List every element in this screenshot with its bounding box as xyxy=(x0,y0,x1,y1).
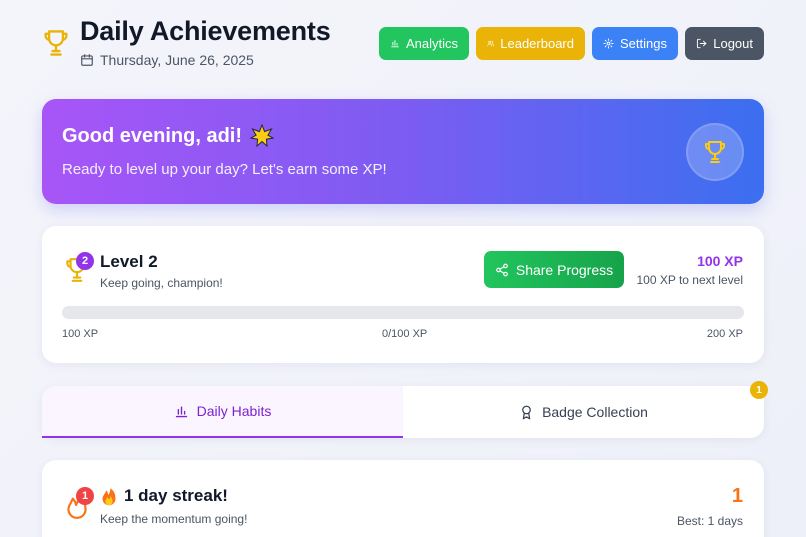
level-subtitle: Keep going, champion! xyxy=(100,276,223,290)
trophy-icon xyxy=(44,30,68,56)
greeting-heading: Good evening, adi! xyxy=(62,124,275,148)
calendar-icon xyxy=(81,54,93,66)
streak-title: 1 day streak! xyxy=(124,486,228,505)
streak-heading: 1 day streak! xyxy=(100,486,228,506)
flame-icon xyxy=(102,488,116,506)
date-row: Thursday, June 26, 2025 xyxy=(80,52,254,68)
analytics-label: Analytics xyxy=(405,36,458,51)
streak-badge: 1 xyxy=(76,487,94,505)
streak-count: 1 xyxy=(731,485,743,507)
badge-count-badge: 1 xyxy=(750,381,768,399)
greeting-text: Good evening, adi! xyxy=(62,124,243,147)
logout-button[interactable]: Logout xyxy=(685,27,764,60)
xp-progress-bar xyxy=(62,306,744,319)
analytics-button[interactable]: Analytics xyxy=(379,27,469,60)
progress-max-label: 200 XP xyxy=(706,328,743,340)
tab-daily-habits-label: Daily Habits xyxy=(196,403,272,419)
streak-subtitle: Keep the momentum going! xyxy=(100,512,248,526)
xp-total: 100 XP xyxy=(697,253,743,269)
share-icon xyxy=(496,263,508,276)
tab-daily-habits[interactable]: Daily Habits xyxy=(42,386,403,438)
settings-label: Settings xyxy=(620,36,667,51)
share-label: Share Progress xyxy=(515,261,614,278)
tab-badge-collection-label: Badge Collection xyxy=(542,404,648,420)
medal-icon xyxy=(522,405,531,419)
level-card xyxy=(42,226,764,363)
gear-icon xyxy=(603,38,614,49)
settings-button[interactable]: Settings xyxy=(592,27,678,60)
share-progress-button[interactable]: Share Progress xyxy=(484,251,624,288)
sparkle-icon xyxy=(250,124,275,148)
bar-chart-icon xyxy=(391,40,399,48)
level-title: Level 2 xyxy=(100,252,158,271)
tab-badge-collection[interactable]: Badge Collection xyxy=(403,386,764,438)
level-badge: 2 xyxy=(76,252,94,270)
bar-chart-icon xyxy=(175,405,187,417)
progress-min-label: 100 XP xyxy=(62,328,99,340)
page-title: Daily Achievements xyxy=(80,16,331,46)
leaderboard-button[interactable]: Leaderboard xyxy=(476,27,585,60)
leaderboard-label: Leaderboard xyxy=(500,36,574,51)
xp-to-next-level: 100 XP to next level xyxy=(636,273,743,287)
greeting-subtitle: Ready to level up your day? Let's earn s… xyxy=(62,161,387,178)
greeting-banner xyxy=(42,99,764,204)
hero-trophy-badge xyxy=(686,123,744,181)
current-date: Thursday, June 26, 2025 xyxy=(100,52,254,68)
tab-bar: Daily Habits Badge Collection xyxy=(42,386,764,438)
users-icon xyxy=(487,40,494,47)
trophy-icon xyxy=(705,141,725,163)
logout-label: Logout xyxy=(713,36,753,51)
logout-icon xyxy=(696,38,707,49)
progress-current-label: 0/100 XP xyxy=(382,328,428,340)
streak-best: Best: 1 days xyxy=(676,514,743,528)
